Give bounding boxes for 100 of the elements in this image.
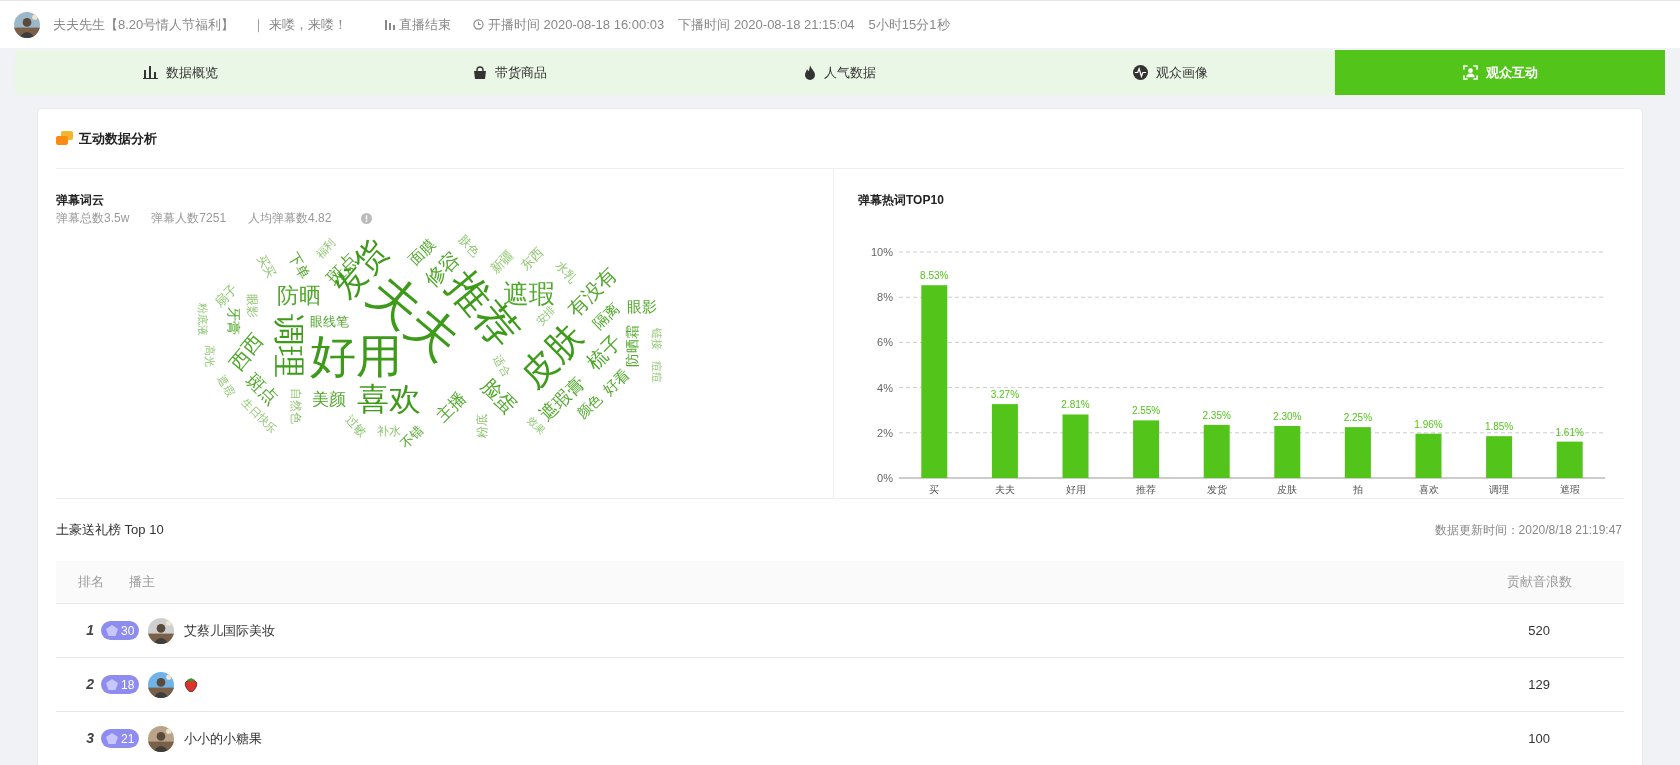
axis-label: 遮瑕 bbox=[1559, 484, 1580, 495]
clock-icon bbox=[472, 19, 484, 30]
level-badge: 21 bbox=[101, 729, 140, 748]
cloud-word: 高光 bbox=[203, 345, 215, 367]
diamond-icon bbox=[106, 679, 118, 690]
cloud-word: 防晒霜 bbox=[625, 325, 639, 367]
axis-label: 6% bbox=[877, 336, 893, 349]
info-icon bbox=[361, 212, 373, 224]
axis-label: 夫夫 bbox=[994, 484, 1015, 495]
section-title: 土豪送礼榜 Top 10 bbox=[56, 521, 164, 540]
tab[interactable]: 带货商品 bbox=[345, 50, 675, 95]
bar bbox=[1203, 424, 1230, 478]
cloud-word: 眼线笔 bbox=[309, 314, 349, 328]
value-label: 1.85% bbox=[1484, 421, 1514, 433]
rank-number: 1 bbox=[85, 621, 94, 640]
end-time: 下播时间 2020-08-18 21:15:04 bbox=[678, 15, 855, 34]
axis-label: 调理 bbox=[1489, 484, 1510, 495]
axis-label: 0% bbox=[877, 472, 893, 484]
value-label: 2.30% bbox=[1273, 411, 1302, 422]
section-title: 弹幕热词TOP10 bbox=[858, 192, 944, 209]
amount: 520 bbox=[1528, 621, 1550, 640]
cloud-word: 遮瑕 bbox=[215, 373, 237, 399]
cloud-word: 福利 bbox=[314, 237, 338, 261]
cloud-word: 下单 bbox=[285, 250, 313, 282]
slogan: ｜ 来喽，来喽！ bbox=[252, 15, 347, 35]
value-label: 8.53% bbox=[920, 270, 949, 282]
cloud-word: 调理 bbox=[273, 314, 305, 378]
diamond-icon bbox=[106, 625, 118, 636]
column-header: 排名 bbox=[78, 573, 105, 592]
cloud-word: 喜欢 bbox=[357, 383, 421, 415]
bar bbox=[1274, 426, 1301, 478]
bar bbox=[1486, 436, 1513, 478]
value-label: 2.81% bbox=[1061, 399, 1090, 411]
cloud-word: 链接 bbox=[650, 328, 662, 350]
value-label: 2.25% bbox=[1343, 412, 1373, 424]
stat-text: 弹幕人数7251 bbox=[151, 210, 227, 227]
cloud-word: 适合 bbox=[491, 353, 513, 379]
cloud-word: 主播 bbox=[432, 388, 470, 426]
value-label: 3.27% bbox=[990, 389, 1020, 401]
axis-label: 买 bbox=[929, 484, 940, 495]
cloud-word: 过敏 bbox=[343, 413, 369, 439]
cloud-word: 粉底 bbox=[476, 414, 488, 438]
bar bbox=[1556, 441, 1583, 478]
rank-number: 2 bbox=[85, 675, 94, 694]
column-header: 播主 bbox=[129, 573, 155, 592]
axis-label: 拍 bbox=[1352, 484, 1363, 495]
value-label: 2.55% bbox=[1131, 405, 1161, 417]
anchor-name: 小小的小糖果 bbox=[184, 729, 263, 748]
strawberry-icon bbox=[184, 677, 199, 692]
stat-text: 人均弹幕数4.82 bbox=[248, 210, 332, 227]
cloud-word: 补水 bbox=[377, 425, 401, 437]
bar-chart-icon bbox=[384, 19, 395, 30]
cloud-word: 牙膏 bbox=[227, 307, 241, 335]
bar-chart-icon bbox=[142, 66, 158, 79]
column-header: 贡献音浪数 bbox=[1507, 573, 1572, 592]
cards-icon bbox=[56, 131, 73, 146]
axis-label: 4% bbox=[877, 381, 893, 394]
cloud-word: 防晒 bbox=[277, 285, 321, 307]
value-label: 1.61% bbox=[1555, 426, 1584, 438]
axis-label: 发货 bbox=[1206, 484, 1227, 495]
duration: 5小时15分1秒 bbox=[868, 15, 950, 34]
cloud-word: 痘痘 bbox=[650, 361, 662, 383]
update-time: 数据更新时间：2020/8/18 21:19:47 bbox=[1434, 522, 1622, 539]
axis-label: 8% bbox=[877, 291, 893, 304]
live-status: 直播结束 bbox=[398, 15, 451, 34]
level-badge: 30 bbox=[101, 621, 140, 640]
cloud-word: 眼影 bbox=[627, 298, 657, 314]
anchor-name: 夫夫先生【8.20号情人节福利】 bbox=[53, 15, 235, 34]
bar bbox=[1133, 420, 1160, 478]
rank-number: 3 bbox=[85, 729, 94, 748]
anchor-name: 艾蔡儿国际美妆 bbox=[184, 621, 276, 640]
stat-text: 弹幕总数3.5w bbox=[56, 210, 130, 227]
cloud-word: 眼影 bbox=[246, 294, 258, 318]
start-time: 开播时间 2020-08-18 16:00:03 bbox=[487, 15, 665, 34]
tab[interactable]: 观众画像 bbox=[1005, 50, 1335, 95]
bar bbox=[1415, 433, 1442, 478]
cloud-word: 粉底液 bbox=[196, 302, 208, 336]
tab[interactable]: 数据概览 bbox=[15, 50, 345, 95]
axis-label: 好用 bbox=[1065, 484, 1086, 495]
tab[interactable]: 人气数据 bbox=[675, 50, 1005, 95]
waveform-icon bbox=[1132, 65, 1148, 80]
axis-label: 2% bbox=[877, 426, 893, 439]
axis-label: 推荐 bbox=[1136, 484, 1157, 495]
cloud-word: 新疆 bbox=[488, 248, 516, 276]
basket-icon bbox=[473, 65, 487, 80]
level-badge: 18 bbox=[101, 675, 140, 694]
flame-icon bbox=[804, 65, 816, 80]
section-title: 弹幕词云 bbox=[56, 192, 104, 209]
cloud-word: 自然色 bbox=[290, 388, 302, 424]
cloud-word: 买买 bbox=[254, 252, 278, 280]
axis-label: 10% bbox=[870, 246, 893, 258]
axis-label: 皮肤 bbox=[1277, 484, 1298, 495]
cloud-word: 东西 bbox=[518, 245, 546, 273]
card-title: 互动数据分析 bbox=[79, 129, 157, 148]
axis-label: 喜欢 bbox=[1418, 484, 1439, 495]
cloud-word: 好用 bbox=[310, 333, 402, 379]
bar bbox=[1344, 427, 1371, 478]
amount: 100 bbox=[1528, 729, 1550, 748]
value-label: 2.35% bbox=[1202, 409, 1231, 421]
cloud-word: 水乳 bbox=[553, 259, 579, 285]
